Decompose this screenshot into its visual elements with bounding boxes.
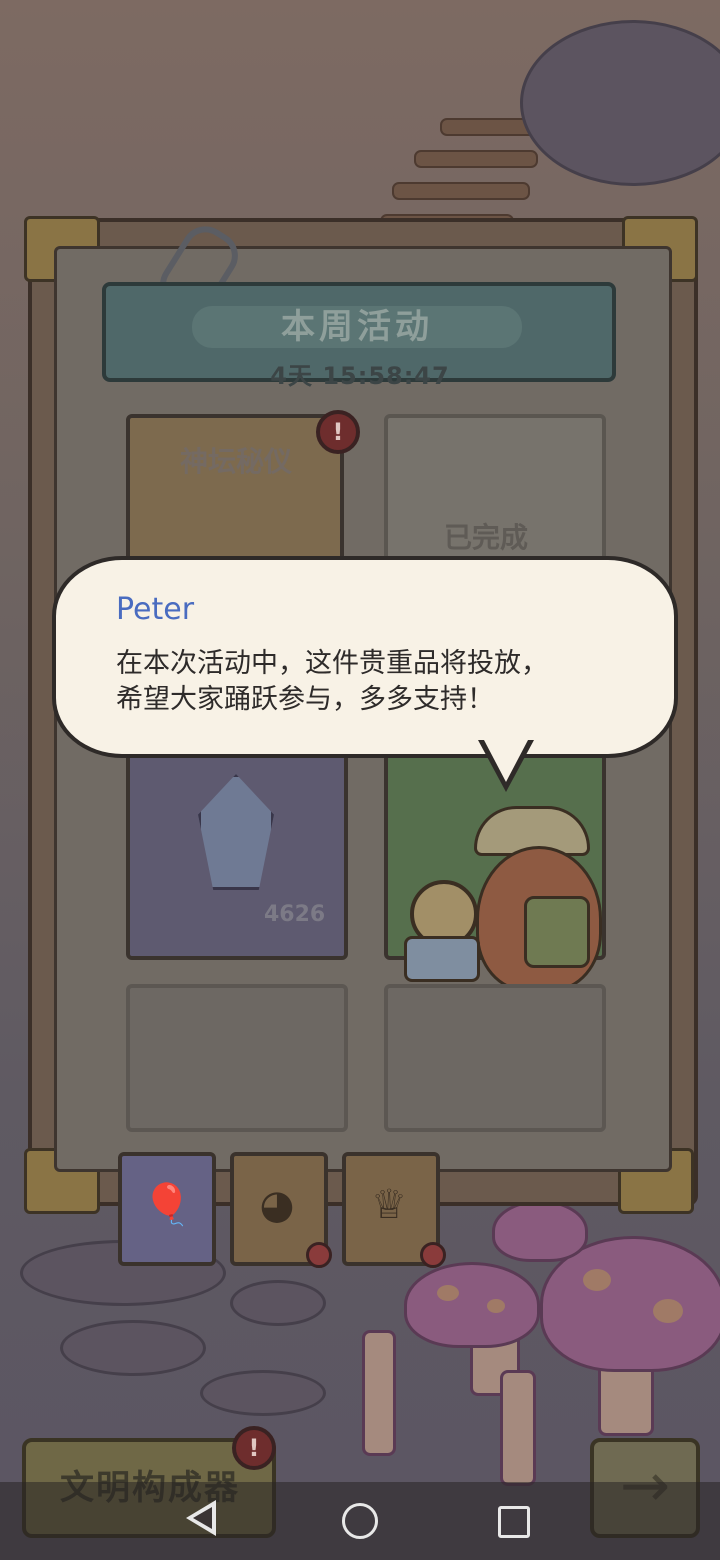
panel-title: 本周活动: [192, 306, 522, 348]
bowl-icon: ◕: [259, 1182, 295, 1228]
card-label: 神坛秘仪: [180, 445, 293, 478]
activity-card-altar-ritual[interactable]: [126, 414, 344, 572]
alert-icon: !: [232, 1426, 276, 1470]
fence-post: [500, 1370, 536, 1486]
completed-label: 已完成: [444, 521, 529, 554]
dialog-tail-fill: [484, 740, 528, 782]
rock: [230, 1280, 326, 1326]
crown-icon: ♕: [371, 1182, 407, 1228]
crystal-count: 4626: [264, 902, 326, 927]
tab-balloon[interactable]: 🎈: [118, 1152, 216, 1266]
notification-dot: [420, 1242, 446, 1268]
explorer-character: [404, 806, 634, 996]
rock: [60, 1320, 206, 1376]
stair-plank: [414, 150, 538, 168]
empty-card-slot: [384, 984, 606, 1132]
fence-post: [362, 1330, 396, 1456]
recent-apps-icon[interactable]: [498, 1506, 530, 1538]
dialog-line-2: 希望大家踊跃参与，多多支持！: [116, 684, 494, 715]
dialog-text: 在本次活动中，这件贵重品将投放， 希望大家踊跃参与，多多支持！: [116, 646, 636, 718]
stair-plank: [392, 182, 530, 200]
empty-card-slot: [126, 984, 348, 1132]
dialog-line-1: 在本次活动中，这件贵重品将投放，: [116, 648, 548, 679]
speaker-name: Peter: [116, 592, 195, 627]
alert-icon: !: [316, 410, 360, 454]
balloon-icon: 🎈: [142, 1182, 192, 1228]
back-icon-inner: [193, 1507, 212, 1529]
pot-icon: [404, 936, 480, 982]
countdown-timer: 4天 15:58:47: [270, 362, 450, 390]
notification-dot: [306, 1242, 332, 1268]
rock: [200, 1370, 326, 1416]
backpack-icon: [524, 896, 590, 968]
home-icon[interactable]: [342, 1503, 378, 1539]
mushroom: [404, 1262, 540, 1348]
mushroom: [492, 1200, 588, 1262]
rock: [520, 20, 720, 186]
